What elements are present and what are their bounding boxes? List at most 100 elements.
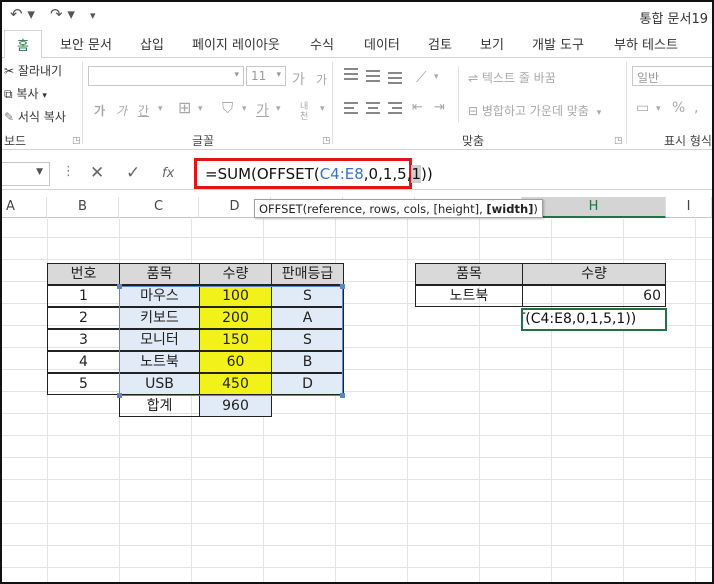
table-cell[interactable]: D [271,373,344,395]
phonetic-button[interactable]: 내천 [300,102,314,122]
underline-button[interactable]: 간 [138,102,149,119]
comma-style-icon[interactable]: , [694,100,698,116]
chevron-down-icon[interactable]: ▾ [158,104,163,114]
tab-data[interactable]: 데이터 [364,34,400,53]
font-color-button[interactable]: 가 [256,100,269,120]
bold-button[interactable]: 가 [94,102,105,119]
table-cell[interactable]: S [271,329,344,351]
shrink-font-button[interactable]: 가 [316,71,327,88]
table-cell[interactable]: 마우스 [119,285,200,307]
table-cell[interactable]: A [271,307,344,329]
number-format-combo[interactable]: 일반 [632,66,712,86]
table-cell[interactable]: 200 [199,307,272,329]
lookup-item-cell[interactable]: 노트북 [415,285,523,307]
percent-button[interactable]: % [672,100,685,116]
formula-bar-grip-icon[interactable]: ⋮ [62,164,75,179]
font-size-combo[interactable]: 11 ▾ [246,66,286,86]
table-cell[interactable]: 100 [199,285,272,307]
table-cell[interactable]: 5 [47,373,120,395]
header-cell-quantity-right[interactable]: 수량 [522,263,666,285]
insert-function-icon[interactable]: fx [162,166,174,181]
active-cell-editor[interactable]: SET(C4:E8,0,1,5,1)) [521,308,667,331]
total-value-cell[interactable]: 960 [199,395,272,417]
align-top-icon[interactable] [344,68,358,83]
total-label-cell[interactable]: 합계 [119,395,200,417]
formula-input[interactable]: =SUM(OFFSET(C4:E8,0,1,5,1)) [194,158,433,189]
table-cell[interactable]: USB [119,373,200,395]
title-bar: ↶ ▾ ↷ ▾ ▾ 통합 문서19 [2,2,712,30]
wrap-text-button[interactable]: ⇌ 텍스트 줄 바꿈 [468,69,556,86]
copy-button[interactable]: ⧉ 복사 ▾ [4,85,47,102]
cancel-icon[interactable]: ✕ [90,163,104,183]
table-cell[interactable]: 450 [199,373,272,395]
column-header-a[interactable]: A [2,197,47,218]
orientation-icon[interactable]: ⟋ [416,68,427,86]
align-center-icon[interactable] [366,102,380,117]
font-name-combo[interactable]: ▾ [88,66,244,86]
italic-button[interactable]: 가 [116,102,127,119]
column-header-i[interactable]: I [666,197,712,218]
font-group-label: 글꼴 [192,134,215,148]
tab-home[interactable]: 홈 [4,30,42,59]
table-cell[interactable]: 150 [199,329,272,351]
cut-button[interactable]: ✂ 잘라내기 [4,62,62,79]
ribbon-separator [82,62,83,144]
borders-icon[interactable]: ⊞ [178,98,191,117]
currency-icon[interactable]: ▭ [636,100,649,116]
clipboard-group-label: 보드 [4,134,27,148]
table-cell[interactable]: 60 [199,351,272,373]
header-cell-grade[interactable]: 판매등급 [271,263,344,285]
ribbon-separator [626,62,627,144]
dialog-launcher-icon[interactable]: ◳ [72,136,81,146]
table-cell[interactable]: S [271,285,344,307]
tab-insert[interactable]: 삽입 [140,34,164,53]
table-cell[interactable]: 키보드 [119,307,200,329]
table-cell[interactable]: 모니터 [119,329,200,351]
format-painter-button[interactable]: ✎ 서식 복사 [4,108,66,125]
increase-indent-icon[interactable]: ⇥ [434,100,445,115]
brush-icon: ✎ [4,110,15,124]
chevron-down-icon[interactable]: ▾ [320,104,325,114]
lookup-qty-cell[interactable]: 60 [522,285,666,307]
enter-icon[interactable]: ✓ [126,163,140,183]
header-cell-item-right[interactable]: 품목 [415,263,523,285]
header-cell-item[interactable]: 품목 [119,263,200,285]
tab-review[interactable]: 검토 [428,34,452,53]
column-header-c[interactable]: C [119,197,199,218]
align-bottom-icon[interactable] [388,72,402,87]
align-right-icon[interactable] [388,102,402,117]
redo-button[interactable]: ↷ ▾ [50,5,75,23]
tab-view[interactable]: 보기 [480,34,504,53]
column-header-b[interactable]: B [47,197,119,218]
table-cell[interactable]: 1 [47,285,120,307]
chevron-down-icon[interactable]: ▾ [434,72,439,82]
merge-center-button[interactable]: ⊟ 병합하고 가운데 맞춤 ▾ [468,102,601,119]
name-box[interactable]: ▼ [2,162,50,186]
dialog-launcher-icon[interactable]: ◳ [614,136,623,146]
tab-secure-doc[interactable]: 보안 문서 [60,34,112,53]
dialog-launcher-icon[interactable]: ◳ [322,136,331,146]
chevron-down-icon[interactable]: ▾ [276,104,281,114]
header-cell-number[interactable]: 번호 [47,263,120,285]
undo-button[interactable]: ↶ ▾ [10,5,35,23]
tab-developer[interactable]: 개발 도구 [532,34,584,53]
table-cell[interactable]: 2 [47,307,120,329]
table-cell[interactable]: 노트북 [119,351,200,373]
table-cell[interactable]: 4 [47,351,120,373]
header-cell-quantity[interactable]: 수량 [199,263,272,285]
tab-formulas[interactable]: 수식 [310,34,334,53]
decrease-indent-icon[interactable]: ⇤ [412,100,423,115]
tab-load-test[interactable]: 부하 테스트 [614,34,678,53]
fill-color-icon[interactable]: ⛉ [222,99,233,117]
align-left-icon[interactable] [344,102,358,117]
grow-font-button[interactable]: 가 [292,69,305,89]
chevron-down-icon[interactable]: ▾ [242,104,247,114]
table-cell[interactable]: B [271,351,344,373]
column-header-h[interactable]: H [522,197,666,218]
tab-page-layout[interactable]: 페이지 레이아웃 [192,34,280,53]
align-middle-icon[interactable] [366,70,380,85]
table-cell[interactable]: 3 [47,329,120,351]
chevron-down-icon[interactable]: ▾ [656,104,661,114]
customize-toolbar-button[interactable]: ▾ [90,9,96,22]
chevron-down-icon[interactable]: ▾ [198,104,203,114]
